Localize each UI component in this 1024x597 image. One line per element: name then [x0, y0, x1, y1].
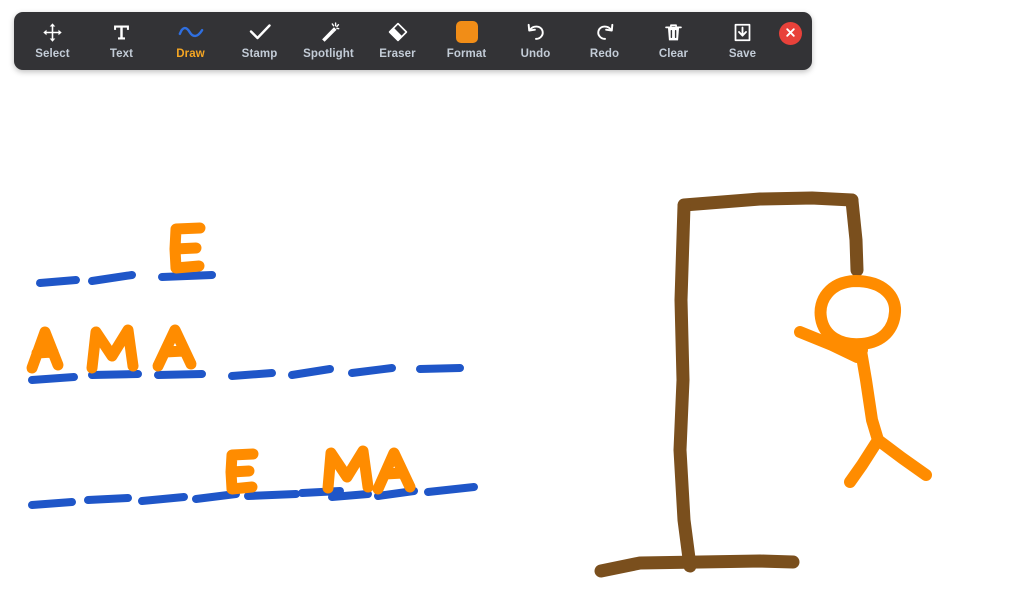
tool-eraser[interactable]: Eraser [363, 12, 432, 70]
tool-format-label: Format [446, 48, 487, 60]
puzzle-line-2-letters [26, 324, 197, 374]
letter-A [372, 447, 416, 495]
puzzle-line-1-letters [169, 222, 206, 274]
tool-select-label: Select [35, 48, 70, 60]
letter-M [322, 445, 374, 494]
undo-arrow-icon [525, 21, 547, 43]
blank [298, 487, 344, 497]
tool-undo[interactable]: Undo [501, 12, 570, 70]
whiteboard-canvas[interactable]: _ _ E A M A _ _ _ _ _ _ _ _ E _ M A _ [0, 0, 1024, 597]
blank [84, 494, 132, 504]
tool-save[interactable]: Save [708, 12, 777, 70]
letter-A [152, 324, 197, 372]
tool-draw[interactable]: Draw [156, 12, 225, 70]
redo-arrow-icon [594, 21, 616, 43]
blank [288, 365, 334, 379]
puzzle-line-3-letters [225, 445, 416, 495]
format-color-swatch [455, 21, 478, 43]
figure-left-leg [844, 434, 884, 488]
tool-format[interactable]: Format [432, 12, 501, 70]
tool-text[interactable]: Text [87, 12, 156, 70]
checkmark-icon [248, 21, 272, 43]
tool-eraser-label: Eraser [379, 48, 416, 60]
gallows-top-beam [677, 191, 859, 212]
blank [424, 483, 478, 496]
puzzle-line-3 [28, 445, 478, 509]
tool-clear-label: Clear [658, 48, 689, 60]
gallows-rope-drop [845, 194, 864, 277]
color-swatch-icon [455, 21, 478, 43]
figure-right-leg [872, 434, 932, 481]
figure-head [814, 275, 901, 351]
puzzle-line-1 [36, 222, 216, 287]
tool-text-label: Text [109, 48, 134, 60]
blank [192, 490, 240, 503]
letter-A [26, 326, 64, 374]
puzzle-line-2 [26, 324, 464, 384]
trash-icon [663, 21, 684, 43]
annotation-toolbar[interactable]: Select Text Draw Stamp Spotlight Eraser … [14, 12, 812, 70]
tool-redo[interactable]: Redo [570, 12, 639, 70]
tool-select[interactable]: Select [18, 12, 87, 70]
blank [28, 373, 78, 384]
whiteboard-drawing [26, 191, 932, 578]
puzzle-line-1-blanks [36, 271, 216, 287]
tool-stamp-label: Stamp [241, 48, 278, 60]
eraser-icon [387, 21, 409, 43]
blank [244, 490, 300, 500]
tool-stamp[interactable]: Stamp [225, 12, 294, 70]
hangman-gallows [594, 191, 864, 578]
blank [416, 364, 464, 373]
close-button[interactable] [779, 22, 802, 45]
blank [348, 364, 396, 377]
close-x-icon [785, 25, 796, 43]
tool-draw-label: Draw [176, 48, 205, 60]
blank [328, 490, 372, 501]
tool-redo-label: Redo [589, 48, 620, 60]
letter-E [225, 448, 259, 495]
tool-clear[interactable]: Clear [639, 12, 708, 70]
move-arrows-icon [42, 21, 63, 43]
blank [88, 370, 142, 379]
blank [36, 276, 80, 287]
blank [154, 370, 206, 379]
magic-wand-icon [318, 21, 340, 43]
blank [138, 493, 188, 505]
blank [88, 271, 136, 285]
save-download-icon [732, 21, 753, 43]
close-button-wrap [777, 12, 806, 70]
text-t-icon [111, 21, 132, 43]
letter-M [86, 324, 139, 374]
blank [228, 369, 276, 380]
tool-save-label: Save [728, 48, 757, 60]
blank [28, 498, 76, 509]
gallows-vertical-post [673, 199, 697, 573]
tool-spotlight[interactable]: Spotlight [294, 12, 363, 70]
tool-spotlight-label: Spotlight [303, 48, 354, 60]
hangman-stick-figure [794, 275, 932, 488]
letter-E [169, 222, 206, 274]
squiggle-icon [178, 21, 204, 43]
gallows-base [594, 554, 800, 578]
tool-undo-label: Undo [520, 48, 551, 60]
blank [158, 271, 216, 281]
